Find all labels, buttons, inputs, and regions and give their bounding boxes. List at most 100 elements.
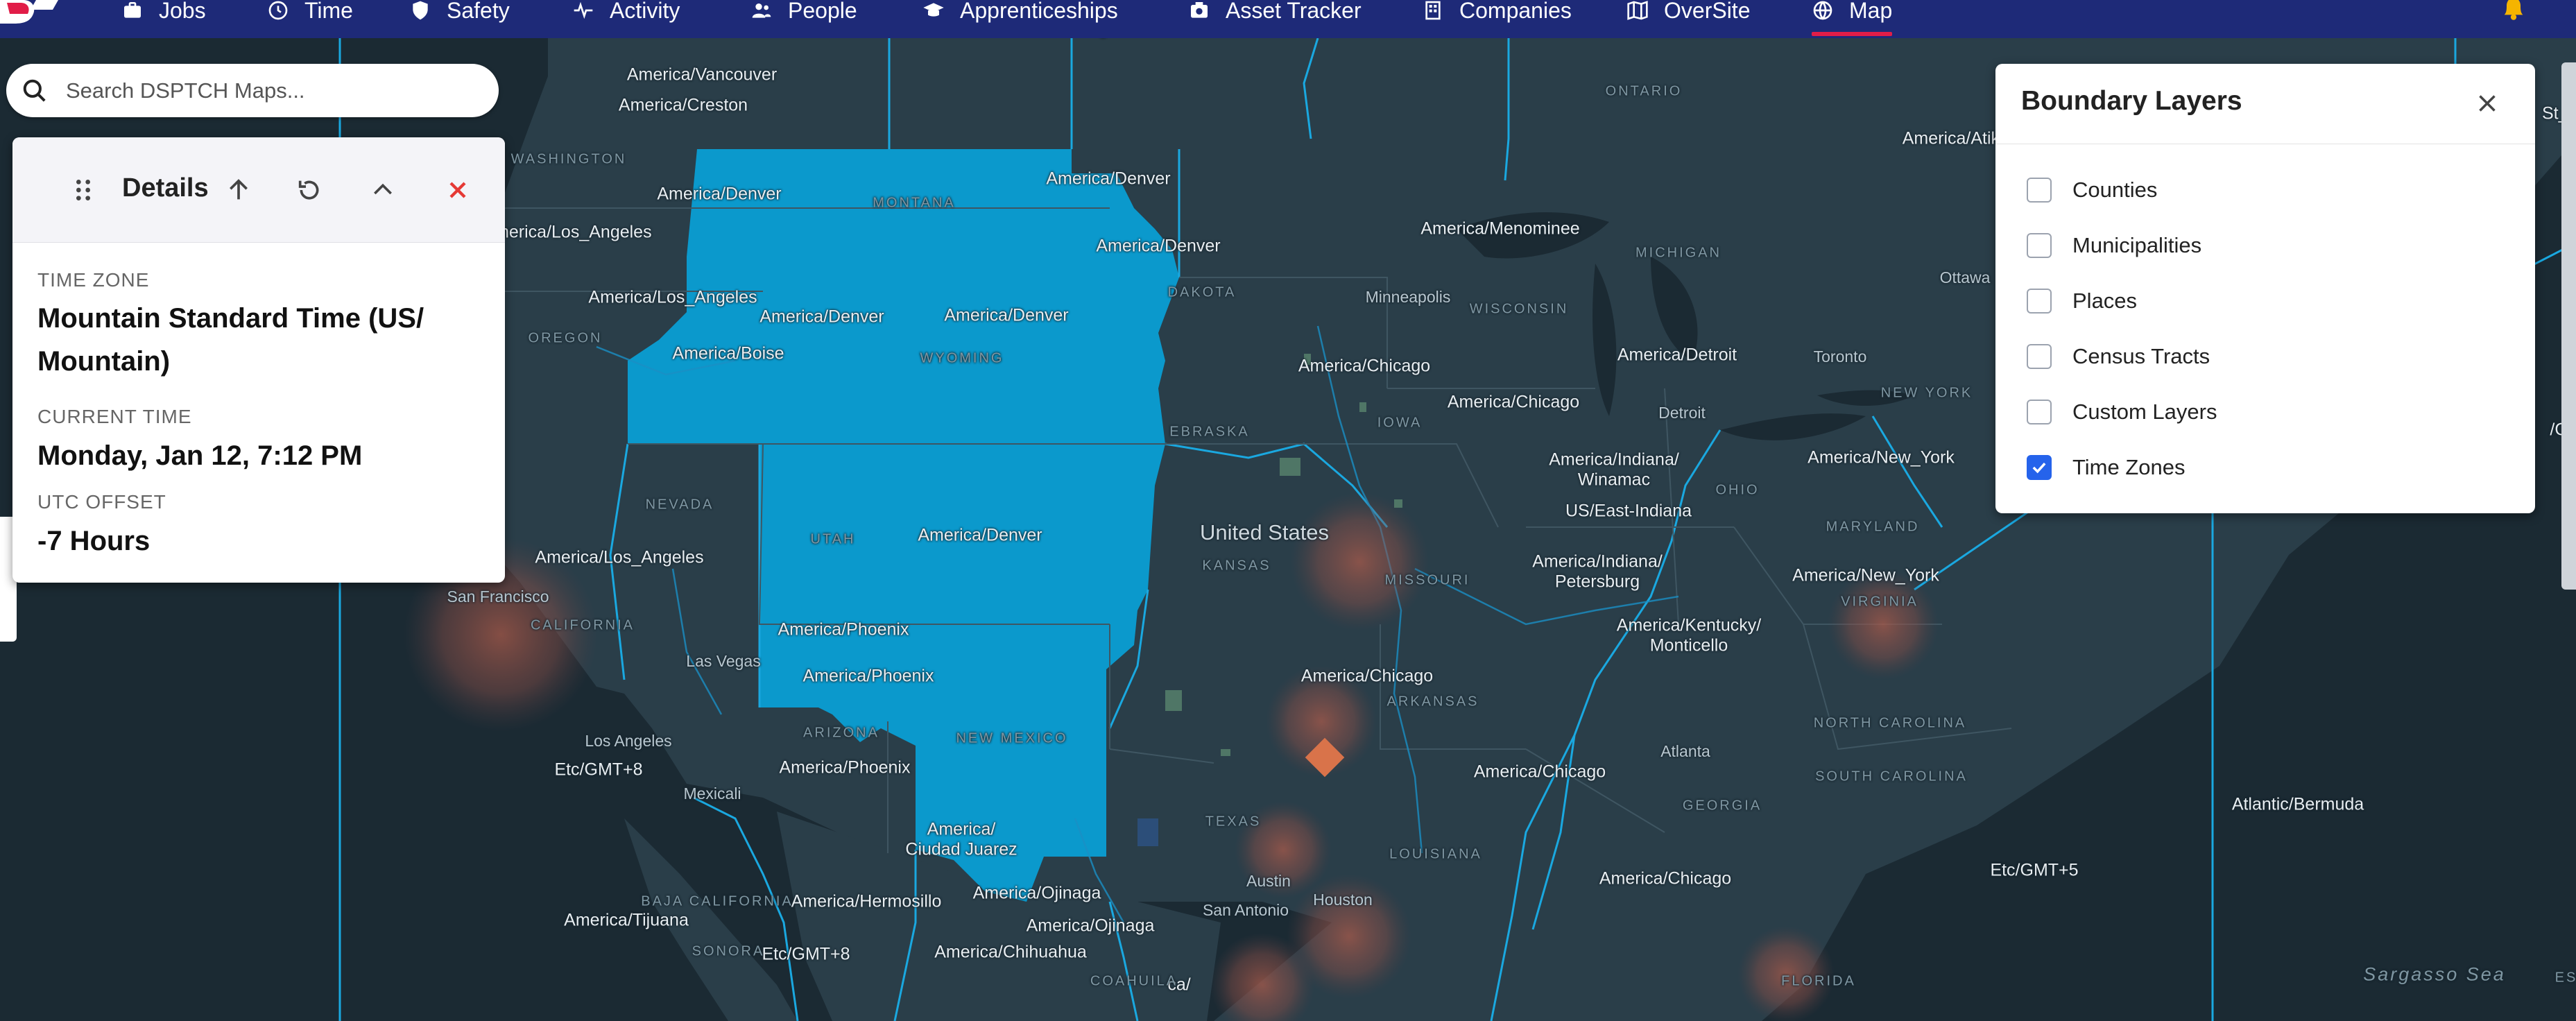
current-time-value: Monday, Jan 12, 7:12 PM	[37, 440, 363, 471]
layer-option-municipalities[interactable]: Municipalities	[2027, 230, 2201, 261]
checkmark-icon	[2032, 462, 2046, 474]
map-book-icon	[1627, 1, 1648, 20]
layer-option-custom-layers[interactable]: Custom Layers	[2027, 397, 2217, 427]
graduation-cap-icon	[923, 3, 944, 17]
map-label: ARKANSAS	[1386, 694, 1479, 710]
map-label: America/New_York	[1808, 447, 1955, 467]
map-label: NEVADA	[645, 497, 714, 513]
top-navigation-bar: Jobs Time Safety Activity People Apprent…	[0, 0, 2576, 38]
map-label: KANSAS	[1202, 558, 1271, 574]
map-label: US/East-Indiana	[1565, 501, 1692, 521]
chevron-up-icon[interactable]	[369, 176, 397, 204]
map-label: SONORA	[692, 943, 765, 959]
map-label: America/Phoenix	[778, 619, 909, 640]
nav-companies[interactable]: Companies	[1422, 0, 1572, 26]
map-label: America/Kentucky/ Monticello	[1616, 615, 1762, 655]
map-label: NORTH CAROLINA	[1813, 715, 1967, 731]
map-label: GEORGIA	[1682, 798, 1762, 814]
map-label: COAHUILA	[1090, 973, 1178, 989]
details-title: Details	[122, 173, 209, 203]
details-panel: Details TIME ZONE Mountain Standard Time…	[12, 137, 505, 583]
layer-label: Counties	[2072, 178, 2158, 202]
map-label: America/Denver	[657, 184, 782, 204]
map-label: MISSOURI	[1384, 572, 1470, 588]
map-label: Atlantic/Bermuda	[2231, 794, 2364, 814]
dsptch-logo[interactable]	[0, 0, 62, 28]
map-label: Minneapolis	[1365, 287, 1451, 306]
nav-safety[interactable]: Safety	[409, 0, 510, 26]
briefcase-icon	[124, 2, 141, 18]
nav-map[interactable]: Map	[1812, 0, 1893, 36]
nav-people[interactable]: People	[750, 0, 857, 26]
map-label: OHIO	[1715, 482, 1760, 498]
details-header: Details	[12, 137, 505, 243]
bell-icon[interactable]	[2500, 0, 2527, 21]
pulse-icon	[574, 1, 593, 19]
map-label: San Francisco	[447, 587, 549, 606]
map-label: CALIFORNIA	[530, 617, 635, 633]
map-label: America/Denver	[918, 525, 1042, 545]
right-panel-handle[interactable]	[2561, 62, 2576, 590]
nav-label: Jobs	[159, 0, 206, 23]
map-label: ONTARIO	[1605, 83, 1683, 99]
map-label: America/Ojinaga	[972, 883, 1101, 903]
map-label: America/ Ciudad Juarez	[905, 819, 1017, 859]
map-label: WASHINGTON	[510, 151, 627, 167]
map-label: America/Boise	[672, 343, 784, 363]
layer-checkbox[interactable]	[2027, 233, 2052, 258]
map-label: MICHIGAN	[1635, 245, 1721, 261]
layer-checkbox[interactable]	[2027, 344, 2052, 369]
layer-option-census-tracts[interactable]: Census Tracts	[2027, 341, 2210, 372]
search-icon	[23, 79, 46, 102]
arrow-up-icon[interactable]	[225, 176, 252, 204]
layer-label: Census Tracts	[2072, 344, 2210, 368]
nav-label: OverSite	[1664, 0, 1751, 23]
layer-option-counties[interactable]: Counties	[2027, 175, 2157, 205]
app-root: tc/GMT+9America/ReginaAmerica/IqaluitAme…	[0, 0, 2576, 1021]
close-icon[interactable]	[2473, 89, 2502, 118]
camera-icon	[1191, 2, 1208, 18]
map-label: Austin	[1246, 871, 1291, 890]
nav-activity[interactable]: Activity	[572, 0, 680, 26]
map-label: America/Phoenix	[802, 666, 934, 686]
map-label: America/Ojinaga	[1026, 916, 1155, 936]
map-label: DAKOTA	[1167, 284, 1237, 300]
nav-jobs[interactable]: Jobs	[121, 0, 206, 26]
layer-checkbox[interactable]	[2027, 178, 2052, 203]
map-label: Ottawa	[1939, 268, 1991, 286]
map-label: America/Creston	[618, 95, 748, 115]
map-label: America/Chicago	[1447, 392, 1580, 412]
map-label: LOUISIANA	[1389, 846, 1482, 862]
nav-time[interactable]: Time	[267, 0, 353, 26]
nav-label: People	[788, 0, 857, 23]
layer-option-places[interactable]: Places	[2027, 286, 2137, 316]
layer-checkbox[interactable]	[2027, 289, 2052, 314]
nav-oversite[interactable]: OverSite	[1626, 0, 1750, 26]
nav-apprenticeships[interactable]: Apprenticeships	[922, 0, 1118, 26]
layer-checkbox[interactable]	[2027, 455, 2052, 480]
nav-label: Asset Tracker	[1226, 0, 1362, 23]
map-label: Houston	[1313, 890, 1373, 909]
map-label: America/Denver	[1046, 169, 1171, 189]
map-label: WYOMING	[920, 350, 1004, 366]
map-label: Toronto	[1813, 347, 1867, 366]
map-label: America/Tijuana	[564, 910, 689, 930]
map-label: America/Los_Angeles	[483, 222, 652, 242]
map-label: Sargasso Sea	[2363, 963, 2506, 985]
layer-checkbox[interactable]	[2027, 400, 2052, 424]
drag-handle-icon[interactable]	[69, 176, 97, 204]
layer-option-time-zones[interactable]: Time Zones	[2027, 452, 2186, 483]
close-icon[interactable]	[444, 176, 472, 204]
map-label: IOWA	[1377, 415, 1423, 431]
refresh-icon[interactable]	[295, 176, 323, 204]
map-label: America/Vancouver	[626, 65, 778, 85]
map-label: UTAH	[810, 531, 856, 547]
search-input[interactable]: Search DSPTCH Maps...	[66, 78, 305, 103]
nav-asset-tracker[interactable]: Asset Tracker	[1188, 0, 1362, 26]
nav-label: Map	[1849, 0, 1893, 23]
utc-offset-label: UTC OFFSET	[37, 491, 166, 513]
map-search-bar[interactable]: Search DSPTCH Maps...	[6, 64, 499, 117]
map-label: America/Denver	[759, 307, 884, 327]
map-label: America/Chicago	[1599, 868, 1732, 889]
layer-label: Municipalities	[2072, 233, 2202, 257]
